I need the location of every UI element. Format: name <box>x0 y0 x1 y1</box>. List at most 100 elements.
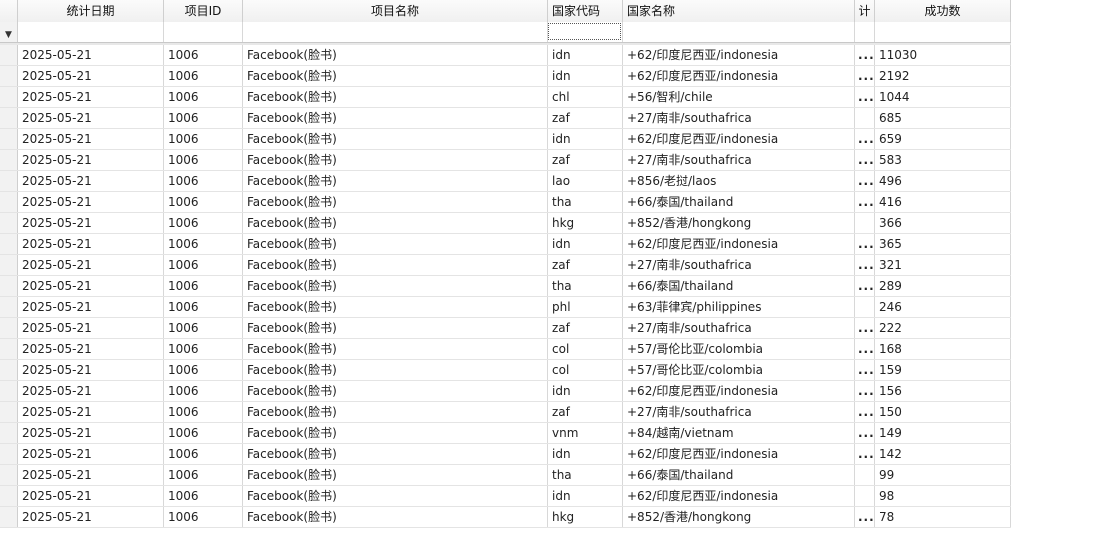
auto-filter-row[interactable]: ▼ <box>0 22 1011 43</box>
cell-date[interactable]: 2025-05-21 <box>18 150 164 170</box>
cell-country-code[interactable]: idn <box>548 45 623 65</box>
table-row[interactable]: 2025-05-21 1006 Facebook(脸书) tha +66/泰国/thai… <box>0 192 1011 213</box>
cell-date[interactable]: 2025-05-21 <box>18 318 164 338</box>
cell-project-id[interactable]: 1006 <box>164 465 243 485</box>
column-header-date[interactable]: 统计日期 <box>18 0 164 22</box>
cell-success-count[interactable]: 685 <box>875 108 1011 128</box>
cell-truncated[interactable] <box>855 486 875 506</box>
cell-success-count[interactable]: 659 <box>875 129 1011 149</box>
table-row[interactable]: 2025-05-21 1006 Facebook(脸书) vnm +84/越南/viet… <box>0 423 1011 444</box>
column-header-country-code[interactable]: 国家代码 <box>548 0 623 22</box>
cell-project-id[interactable]: 1006 <box>164 276 243 296</box>
cell-truncated[interactable]: ... <box>855 402 875 422</box>
cell-date[interactable]: 2025-05-21 <box>18 423 164 443</box>
cell-truncated[interactable] <box>855 465 875 485</box>
cell-country-name[interactable]: +63/菲律宾/philippines <box>623 297 855 317</box>
cell-date[interactable]: 2025-05-21 <box>18 255 164 275</box>
cell-success-count[interactable]: 168 <box>875 339 1011 359</box>
cell-project-id[interactable]: 1006 <box>164 339 243 359</box>
cell-country-code[interactable]: idn <box>548 444 623 464</box>
cell-date[interactable]: 2025-05-21 <box>18 192 164 212</box>
table-row[interactable]: 2025-05-21 1006 Facebook(脸书) idn +62/印度尼西亚/i… <box>0 45 1011 66</box>
row-indicator[interactable] <box>0 444 18 464</box>
cell-country-name[interactable]: +27/南非/southafrica <box>623 150 855 170</box>
table-row[interactable]: 2025-05-21 1006 Facebook(脸书) hkg +852/香港/hon… <box>0 507 1011 528</box>
cell-success-count[interactable]: 222 <box>875 318 1011 338</box>
cell-country-name[interactable]: +57/哥伦比亚/colombia <box>623 360 855 380</box>
cell-success-count[interactable]: 583 <box>875 150 1011 170</box>
cell-country-code[interactable]: idn <box>548 234 623 254</box>
row-indicator[interactable] <box>0 297 18 317</box>
row-indicator[interactable] <box>0 339 18 359</box>
cell-project-id[interactable]: 1006 <box>164 129 243 149</box>
cell-project-name[interactable]: Facebook(脸书) <box>243 45 548 65</box>
cell-project-name[interactable]: Facebook(脸书) <box>243 150 548 170</box>
cell-country-name[interactable]: +66/泰国/thailand <box>623 276 855 296</box>
cell-country-code[interactable]: chl <box>548 87 623 107</box>
cell-date[interactable]: 2025-05-21 <box>18 129 164 149</box>
cell-project-id[interactable]: 1006 <box>164 213 243 233</box>
cell-country-code[interactable]: zaf <box>548 255 623 275</box>
table-row[interactable]: 2025-05-21 1006 Facebook(脸书) idn +62/印度尼西亚/i… <box>0 129 1011 150</box>
row-indicator[interactable] <box>0 318 18 338</box>
cell-project-name[interactable]: Facebook(脸书) <box>243 507 548 527</box>
table-row[interactable]: 2025-05-21 1006 Facebook(脸书) hkg +852/香港/hon… <box>0 213 1011 234</box>
cell-date[interactable]: 2025-05-21 <box>18 276 164 296</box>
cell-success-count[interactable]: 156 <box>875 381 1011 401</box>
cell-date[interactable]: 2025-05-21 <box>18 360 164 380</box>
cell-success-count[interactable]: 11030 <box>875 45 1011 65</box>
cell-project-id[interactable]: 1006 <box>164 360 243 380</box>
cell-success-count[interactable]: 365 <box>875 234 1011 254</box>
table-row[interactable]: 2025-05-21 1006 Facebook(脸书) phl +63/菲律宾/phi… <box>0 297 1011 318</box>
cell-country-name[interactable]: +62/印度尼西亚/indonesia <box>623 66 855 86</box>
cell-project-name[interactable]: Facebook(脸书) <box>243 423 548 443</box>
cell-project-name[interactable]: Facebook(脸书) <box>243 213 548 233</box>
cell-success-count[interactable]: 99 <box>875 465 1011 485</box>
cell-date[interactable]: 2025-05-21 <box>18 402 164 422</box>
cell-success-count[interactable]: 78 <box>875 507 1011 527</box>
cell-country-name[interactable]: +27/南非/southafrica <box>623 108 855 128</box>
cell-success-count[interactable]: 496 <box>875 171 1011 191</box>
cell-country-code[interactable]: col <box>548 339 623 359</box>
cell-country-name[interactable]: +852/香港/hongkong <box>623 507 855 527</box>
row-indicator[interactable] <box>0 507 18 527</box>
cell-project-name[interactable]: Facebook(脸书) <box>243 171 548 191</box>
focused-filter-cell[interactable] <box>548 23 621 40</box>
cell-project-name[interactable]: Facebook(脸书) <box>243 318 548 338</box>
cell-country-code[interactable]: phl <box>548 297 623 317</box>
table-row[interactable]: 2025-05-21 1006 Facebook(脸书) tha +66/泰国/thai… <box>0 465 1011 486</box>
cell-success-count[interactable]: 150 <box>875 402 1011 422</box>
cell-country-name[interactable]: +856/老挝/laos <box>623 171 855 191</box>
cell-country-code[interactable]: zaf <box>548 108 623 128</box>
cell-country-name[interactable]: +57/哥伦比亚/colombia <box>623 339 855 359</box>
filter-cell-truncated[interactable] <box>855 22 875 42</box>
cell-date[interactable]: 2025-05-21 <box>18 507 164 527</box>
cell-success-count[interactable]: 1044 <box>875 87 1011 107</box>
cell-country-name[interactable]: +62/印度尼西亚/indonesia <box>623 129 855 149</box>
cell-country-code[interactable]: idn <box>548 486 623 506</box>
cell-success-count[interactable]: 149 <box>875 423 1011 443</box>
cell-project-name[interactable]: Facebook(脸书) <box>243 234 548 254</box>
row-indicator[interactable] <box>0 255 18 275</box>
cell-date[interactable]: 2025-05-21 <box>18 234 164 254</box>
cell-country-code[interactable]: zaf <box>548 318 623 338</box>
row-indicator[interactable] <box>0 213 18 233</box>
cell-date[interactable]: 2025-05-21 <box>18 108 164 128</box>
cell-success-count[interactable]: 142 <box>875 444 1011 464</box>
data-grid[interactable]: 统计日期 项目ID 项目名称 国家代码 国家名称 计 成功数 ▼ 2025-05… <box>0 0 1106 535</box>
cell-country-name[interactable]: +84/越南/vietnam <box>623 423 855 443</box>
table-row[interactable]: 2025-05-21 1006 Facebook(脸书) zaf +27/南非/sout… <box>0 402 1011 423</box>
cell-project-name[interactable]: Facebook(脸书) <box>243 108 548 128</box>
cell-truncated[interactable]: ... <box>855 276 875 296</box>
cell-project-name[interactable]: Facebook(脸书) <box>243 192 548 212</box>
cell-project-id[interactable]: 1006 <box>164 66 243 86</box>
row-indicator[interactable] <box>0 234 18 254</box>
cell-project-name[interactable]: Facebook(脸书) <box>243 465 548 485</box>
column-header-success-count[interactable]: 成功数 <box>875 0 1011 22</box>
cell-project-name[interactable]: Facebook(脸书) <box>243 276 548 296</box>
row-indicator[interactable] <box>0 87 18 107</box>
column-header-country-name[interactable]: 国家名称 <box>623 0 855 22</box>
cell-project-name[interactable]: Facebook(脸书) <box>243 297 548 317</box>
row-indicator[interactable] <box>0 129 18 149</box>
cell-truncated[interactable] <box>855 297 875 317</box>
